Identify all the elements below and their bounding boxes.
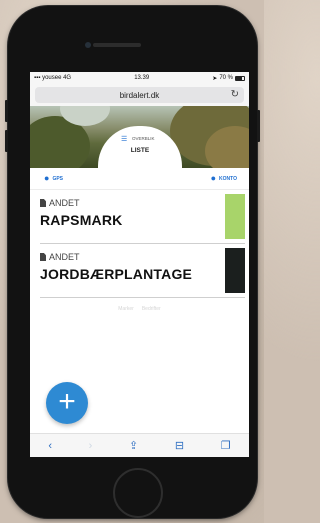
list-item[interactable]: ANDET JORDBÆRPLANTAGE [40, 244, 245, 298]
back-icon[interactable]: ‹ [48, 440, 52, 452]
reload-icon[interactable]: ↻ [231, 89, 239, 100]
category-label: ANDET [49, 198, 80, 208]
list-tab[interactable]: LISTE [98, 147, 182, 154]
status-bar: ▪▪▪ yousee 4G 13.39 ➤ 70 % [30, 72, 249, 84]
forward-icon[interactable]: › [89, 440, 93, 452]
item-category: ANDET [40, 198, 245, 208]
account-label: KONTO [219, 175, 237, 182]
location-icon: ➤ [212, 75, 218, 82]
bookmarks-icon[interactable]: ⊟ [175, 439, 184, 452]
status-right: ➤ 70 % [212, 75, 245, 82]
gps-label: GPS [52, 175, 63, 182]
carrier-label: yousee [42, 75, 62, 81]
phone-frame: ▪▪▪ yousee 4G 13.39 ➤ 70 % birdalert.dk … [5, 6, 260, 518]
overview-tab[interactable]: OVERBLIK [132, 136, 155, 141]
volume-button [5, 100, 8, 122]
item-name: RAPSMARK [40, 212, 123, 228]
item-name: JORDBÆRPLANTAGE [40, 266, 193, 282]
earpiece-speaker [93, 43, 141, 47]
browser-toolbar: ‹ › ⇪ ⊟ ❐ [30, 433, 249, 457]
faded-tabs: Marker Bedrifter [30, 298, 249, 320]
field-list: ANDET RAPSMARK ANDET JORDBÆRPLANTAGE [30, 190, 249, 298]
network-label: 4G [63, 75, 72, 81]
url-text: birdalert.dk [119, 90, 160, 100]
battery-icon [235, 75, 245, 81]
share-icon[interactable]: ⇪ [129, 439, 138, 452]
signal-icon: ▪▪▪ [34, 75, 41, 81]
url-field[interactable]: birdalert.dk ↻ [35, 87, 244, 103]
clock: 13.39 [134, 75, 150, 81]
add-button[interactable]: + [46, 382, 88, 424]
gps-button[interactable]: ● GPS [44, 174, 63, 183]
list-item[interactable]: ANDET RAPSMARK [40, 190, 245, 244]
address-bar: birdalert.dk ↻ [30, 84, 249, 106]
farms-tab[interactable]: Bedrifter [142, 306, 161, 312]
person-icon: ● [44, 173, 50, 183]
list-icon: ☰ [121, 136, 128, 143]
hero-banner: ☰ OVERBLIK LISTE [30, 106, 249, 168]
home-button[interactable] [113, 468, 163, 518]
nav-row: ● GPS ● KONTO [30, 168, 249, 190]
account-button[interactable]: ● KONTO [211, 174, 237, 183]
color-swatch [225, 194, 245, 239]
battery-percent: 70 % [219, 75, 233, 81]
color-swatch [225, 248, 245, 293]
carrier-info: ▪▪▪ yousee 4G [34, 75, 71, 81]
screen: ▪▪▪ yousee 4G 13.39 ➤ 70 % birdalert.dk … [30, 72, 249, 457]
item-category: ANDET [40, 252, 245, 262]
person-icon: ● [210, 173, 217, 183]
markers-tab[interactable]: Marker [118, 306, 134, 312]
document-icon [40, 199, 46, 207]
category-label: ANDET [49, 252, 80, 262]
tabs-icon[interactable]: ❐ [221, 439, 231, 452]
front-camera [85, 42, 91, 48]
power-button [257, 110, 260, 142]
volume-button [5, 130, 8, 152]
document-icon [40, 253, 46, 261]
